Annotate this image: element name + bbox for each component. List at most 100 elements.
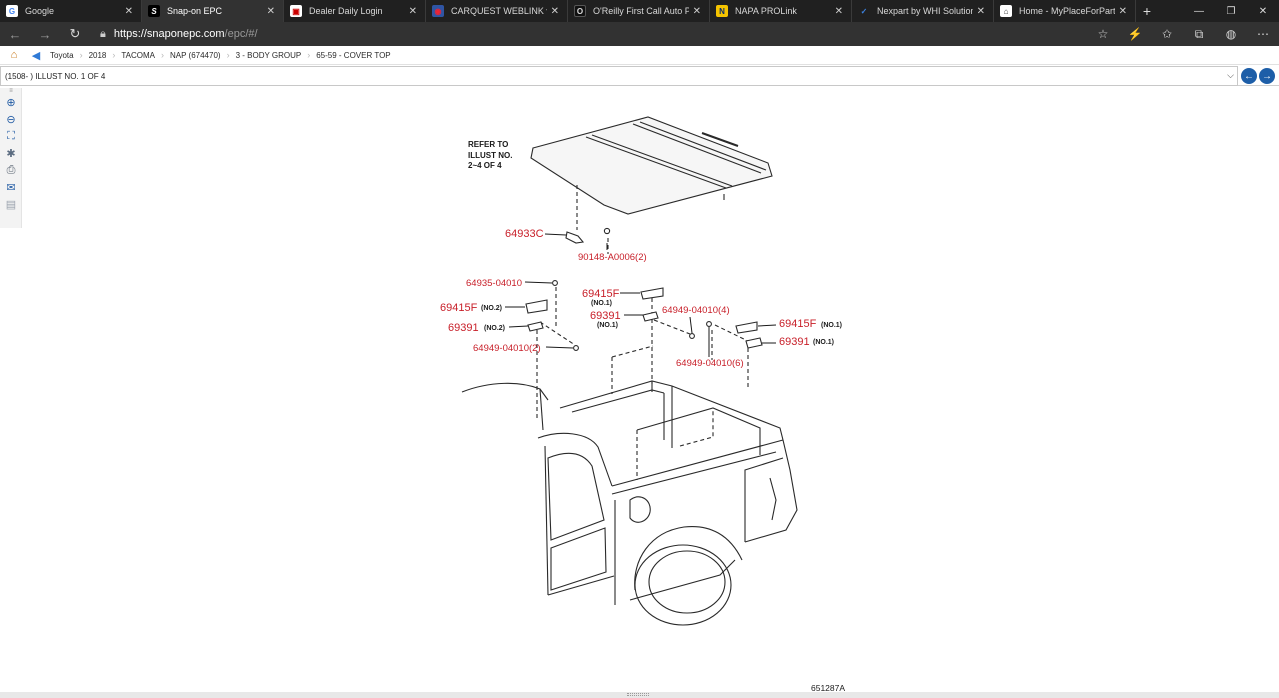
callout-69391-no1-mid[interactable]: 69391 [590,310,621,322]
browser-toolbar-right: ☆ ⚡ ✩ ⧉ ◍ ⋯ [1087,22,1279,46]
close-icon[interactable]: ✕ [1119,6,1127,17]
tab-oreilly[interactable]: O O'Reilly First Call Auto Parts ✕ [568,0,710,22]
part-bolt [689,333,695,339]
sublabel-no1: (NO.1) [591,300,612,307]
tab-title: Snap-on EPC [167,6,223,16]
tab-title: Home - MyPlaceForParts [1019,6,1115,16]
callout-69391-no2[interactable]: 69391 [448,322,479,334]
close-icon[interactable]: ✕ [267,6,275,17]
email-icon[interactable]: ✉ [0,179,22,196]
breadcrumb-group[interactable]: 3 - BODY GROUP [236,51,302,60]
breadcrumb: ⌂ ◀ Toyota › 2018 › TACOMA › NAP (674470… [0,46,1279,65]
callout-64949-04010-6[interactable]: 64949-04010(6) [676,358,744,369]
callout-64949-04010-2[interactable]: 64949-04010(2) [473,343,541,354]
part-69391-clamp [745,337,763,349]
arrow-right-icon: → [1262,70,1272,82]
breadcrumb-catalog[interactable]: NAP (674470) [170,51,221,60]
previous-illustration-button[interactable]: ← [1241,68,1257,84]
callout-90148-a0006[interactable]: 90148-A0006(2) [578,252,647,263]
close-icon[interactable]: ✕ [693,6,701,17]
sublabel-no1: (NO.1) [597,322,618,329]
breadcrumb-section[interactable]: 65-59 - COVER TOP [316,51,390,60]
more-menu-icon[interactable]: ⋯ [1247,22,1279,46]
callout-64949-04010-4[interactable]: 64949-04010(4) [662,305,730,316]
tab-myplaceforparts[interactable]: ⌂ Home - MyPlaceForParts ✕ [994,0,1136,22]
sublabel-no2: (NO.2) [484,325,505,332]
chevron-right-icon: › [161,50,165,60]
chevron-right-icon: › [307,50,311,60]
chevron-right-icon: › [226,50,230,60]
myplaceforparts-icon: ⌂ [1000,5,1012,17]
favorites-icon[interactable]: ✩ [1151,22,1183,46]
carquest-icon: ◉ [432,5,444,17]
chevron-right-icon: › [79,50,83,60]
illustration-row: (1508- ) ILLUST NO. 1 OF 4 ⌵ ← → [0,66,1279,86]
next-illustration-button[interactable]: → [1259,68,1275,84]
clear-highlight-icon[interactable]: ✱ [0,145,22,162]
close-icon[interactable]: ✕ [125,6,133,17]
breadcrumb-model[interactable]: TACOMA [121,51,155,60]
resize-grip-icon[interactable] [627,693,649,696]
sublabel-no1: (NO.1) [813,339,834,346]
tab-nexpart[interactable]: ✓ Nexpart by WHI Solutions ✕ [852,0,994,22]
tab-snapon-epc[interactable]: S Snap-on EPC ✕ [142,0,284,22]
zoom-in-icon[interactable]: ⊕ [0,94,22,111]
callout-69415f-no1-right[interactable]: 69415F [779,318,817,330]
notes-icon[interactable]: ▤ [0,196,22,213]
tab-carquest[interactable]: ◉ CARQUEST WEBLINK v2 ✕ [426,0,568,22]
breadcrumb-year[interactable]: 2018 [89,51,107,60]
callout-69415f-no2[interactable]: 69415F [440,302,478,314]
fit-to-screen-icon[interactable]: ⛶ [0,128,22,145]
close-window-icon[interactable]: ✕ [1247,0,1279,22]
home-icon[interactable]: ⌂ [6,47,22,63]
url-field[interactable]: 🔒︎ https://snaponepc.com /epc/#/ [100,22,1087,46]
tab-title: Google [25,6,55,16]
print-icon[interactable]: ⎙ [0,162,22,179]
part-bolt [573,345,579,351]
extension-icon[interactable]: ⚡ [1119,22,1151,46]
lock-icon: 🔒︎ [100,27,106,40]
favorite-star-icon[interactable]: ☆ [1087,22,1119,46]
close-icon[interactable]: ✕ [835,6,843,17]
tab-title: O'Reilly First Call Auto Parts [593,6,689,16]
part-bolt [603,227,611,235]
part-69391-clamp [527,321,544,332]
profile-icon[interactable]: ◍ [1215,22,1247,46]
close-icon[interactable]: ✕ [551,6,559,17]
tab-title: Nexpart by WHI Solutions [877,6,973,16]
refer-note-line: REFER TO [468,140,508,149]
tab-napa[interactable]: N NAPA PROLink ✕ [710,0,852,22]
close-icon[interactable]: ✕ [977,6,985,17]
part-bolt [552,280,558,286]
forward-arrow-icon[interactable]: → [30,22,60,46]
back-arrow-icon[interactable]: ◀ [28,47,44,63]
callout-64935-04010[interactable]: 64935-04010 [466,278,522,289]
close-icon[interactable]: ✕ [409,6,417,17]
tab-google[interactable]: G Google ✕ [0,0,142,22]
tab-title: NAPA PROLink [735,6,797,16]
zoom-out-icon[interactable]: ⊖ [0,111,22,128]
back-arrow-icon[interactable]: ← [0,22,30,46]
part-69415f-bracket [735,321,758,334]
restore-icon[interactable]: ❐ [1215,0,1247,22]
sublabel-no1: (NO.1) [821,322,842,329]
callout-69415f-no1-mid[interactable]: 69415F [582,288,620,300]
tab-strip: G Google ✕ S Snap-on EPC ✕ ▣ Dealer Dail… [0,0,1279,22]
sublabel-no2: (NO.2) [481,305,502,312]
minimize-icon[interactable]: — [1183,0,1215,22]
napa-icon: N [716,5,728,17]
truck-outline [461,380,798,626]
illustration-select[interactable]: (1508- ) ILLUST NO. 1 OF 4 ⌵ [0,66,1238,86]
breadcrumb-make[interactable]: Toyota [50,51,74,60]
new-tab-button[interactable]: + [1136,0,1158,22]
callout-69391-no1-right[interactable]: 69391 [779,336,810,348]
tab-title: CARQUEST WEBLINK v2 [451,6,547,16]
refresh-icon[interactable]: ↻ [60,22,90,46]
callout-64933c[interactable]: 64933C [505,228,544,240]
collections-icon[interactable]: ⧉ [1183,22,1215,46]
tab-dealer-daily[interactable]: ▣ Dealer Daily Login ✕ [284,0,426,22]
part-69415f-bracket [640,287,664,300]
chevron-down-icon: ⌵ [1227,70,1234,80]
part-bolt [706,321,712,327]
dealer-daily-icon: ▣ [290,5,302,17]
